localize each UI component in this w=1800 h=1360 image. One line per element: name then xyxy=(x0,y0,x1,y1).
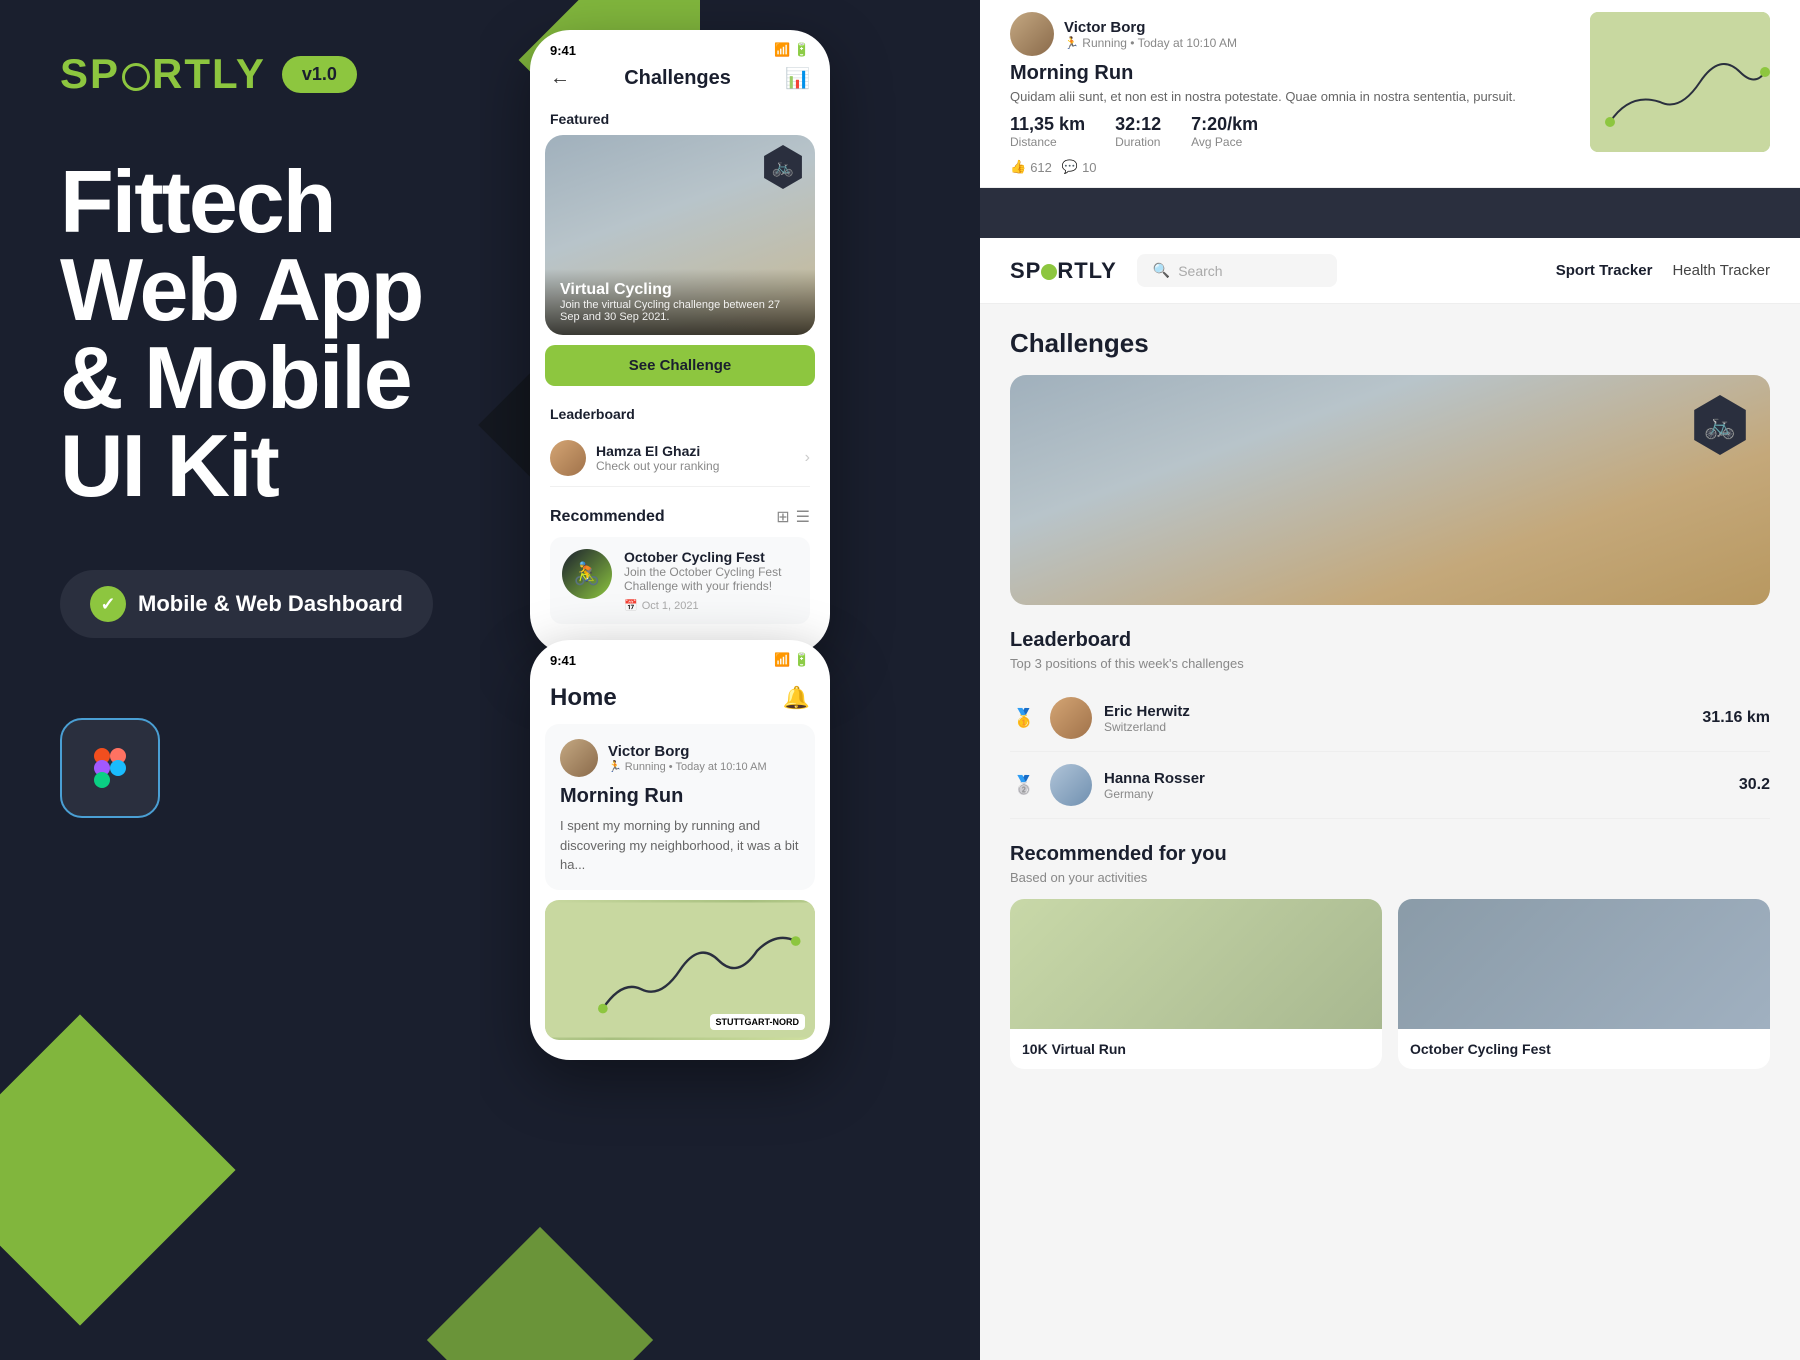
map-preview: STUTTGART-NORD xyxy=(545,900,815,1040)
strip-name: Victor Borg xyxy=(1064,19,1237,36)
green-shape-bottom-left xyxy=(0,1014,236,1325)
web-rec-card-title-2: October Cycling Fest xyxy=(1410,1041,1758,1057)
challenges-section-title: Challenges xyxy=(1010,328,1770,359)
logo-area: SPRTLY v1.0 xyxy=(60,50,640,98)
strip-stats: 11,35 km Distance 32:12 Duration 7:20/km… xyxy=(1010,114,1570,149)
dark-separator xyxy=(980,188,1800,238)
web-lb-row-1: 🥇 Eric Herwitz Switzerland 31.16 km xyxy=(1010,685,1770,752)
phone-icons: 📶 🔋 xyxy=(774,42,810,58)
web-rec-grid: 10K Virtual Run October Cycling Fest xyxy=(1010,899,1770,1069)
view-icons: ⊞ ☰ xyxy=(776,507,810,527)
web-rec-img-1 xyxy=(1010,899,1382,1029)
strip-activity-desc: Quidam alii sunt, et non est in nostra p… xyxy=(1010,89,1570,104)
logo-text: SPRTLY xyxy=(60,50,266,98)
web-main: Challenges 🚲 Leaderboard Top 3 positions… xyxy=(980,304,1800,1360)
strip-likes: 👍 612 xyxy=(1010,159,1052,175)
figma-icon-wrapper xyxy=(60,718,640,818)
web-lb-sub: Top 3 positions of this week's challenge… xyxy=(1010,656,1770,671)
web-rec-card-2[interactable]: October Cycling Fest xyxy=(1398,899,1770,1069)
lb-country-1: Switzerland xyxy=(1104,720,1190,734)
web-rec-sub: Based on your activities xyxy=(1010,870,1770,885)
search-icon: 🔍 xyxy=(1153,262,1170,279)
medal-silver: 🥈 xyxy=(1010,771,1038,799)
strip-stat-pace: 7:20/km Avg Pace xyxy=(1191,114,1258,149)
web-leaderboard: Leaderboard Top 3 positions of this week… xyxy=(1010,629,1770,819)
chart-icon[interactable]: 📊 xyxy=(785,66,810,91)
strip-map xyxy=(1590,12,1770,152)
check-icon: ✓ xyxy=(90,586,126,622)
strip-stat-duration: 32:12 Duration xyxy=(1115,114,1161,149)
web-rec-card-title-1: 10K Virtual Run xyxy=(1022,1041,1370,1057)
web-lb-row-2: 🥈 Hanna Rosser Germany 30.2 xyxy=(1010,752,1770,819)
lb-country-2: Germany xyxy=(1104,787,1205,801)
lb-km-1: 31.16 km xyxy=(1702,709,1770,727)
web-logo: SPRTLY xyxy=(1010,258,1117,284)
strip-comments: 💬 10 xyxy=(1062,159,1097,175)
web-rec-card-1[interactable]: 10K Virtual Run xyxy=(1010,899,1382,1069)
search-placeholder: Search xyxy=(1178,263,1222,279)
nav-health-tracker[interactable]: Health Tracker xyxy=(1672,262,1770,279)
subtitle-text: Mobile & Web Dashboard xyxy=(138,591,403,617)
strip-activity-title: Morning Run xyxy=(1010,62,1570,85)
lb-name-1: Eric Herwitz xyxy=(1104,703,1190,720)
web-rec-img-2 xyxy=(1398,899,1770,1029)
version-badge: v1.0 xyxy=(282,56,357,93)
chevron-right-icon: › xyxy=(805,449,810,467)
nav-sport-tracker[interactable]: Sport Tracker xyxy=(1556,262,1653,279)
web-rec-card-body-1: 10K Virtual Run xyxy=(1010,1029,1382,1069)
lb-avatar-2 xyxy=(1050,764,1092,806)
headline: Fittech Web App & Mobile UI Kit xyxy=(60,158,640,510)
web-recommended: Recommended for you Based on your activi… xyxy=(1010,843,1770,1069)
web-rec-title: Recommended for you xyxy=(1010,843,1770,866)
lb-name-2: Hanna Rosser xyxy=(1104,770,1205,787)
lb-avatar-1 xyxy=(1050,697,1092,739)
strip-avatar xyxy=(1010,12,1054,56)
web-rec-card-body-2: October Cycling Fest xyxy=(1398,1029,1770,1069)
strip-actions: 👍 612 💬 10 xyxy=(1010,159,1570,175)
like-icon: 👍 xyxy=(1010,159,1026,175)
phone2-icons: 📶 🔋 xyxy=(774,652,810,668)
web-nav: SPRTLY 🔍 Search Sport Tracker Health Tra… xyxy=(980,238,1800,304)
web-lb-title: Leaderboard xyxy=(1010,629,1770,652)
list-icon[interactable]: ☰ xyxy=(796,507,810,527)
strip-stat-distance: 11,35 km Distance xyxy=(1010,114,1085,149)
right-panel: Victor Borg 🏃 Running • Today at 10:10 A… xyxy=(980,0,1800,1360)
comment-icon: 💬 xyxy=(1062,159,1078,175)
map-label: STUTTGART-NORD xyxy=(710,1014,806,1030)
strip-meta: 🏃 Running • Today at 10:10 AM xyxy=(1064,36,1237,50)
web-search[interactable]: 🔍 Search xyxy=(1137,254,1337,287)
top-strip: Victor Borg 🏃 Running • Today at 10:10 A… xyxy=(980,0,1800,188)
subtitle-badge: ✓ Mobile & Web Dashboard xyxy=(60,570,433,638)
figma-icon xyxy=(60,718,160,818)
bell-icon[interactable]: 🔔 xyxy=(783,685,810,711)
lb-km-2: 30.2 xyxy=(1739,776,1770,794)
medal-gold: 🥇 xyxy=(1010,704,1038,732)
challenges-hero: 🚲 xyxy=(1010,375,1770,605)
grid-icon[interactable]: ⊞ xyxy=(776,507,789,527)
